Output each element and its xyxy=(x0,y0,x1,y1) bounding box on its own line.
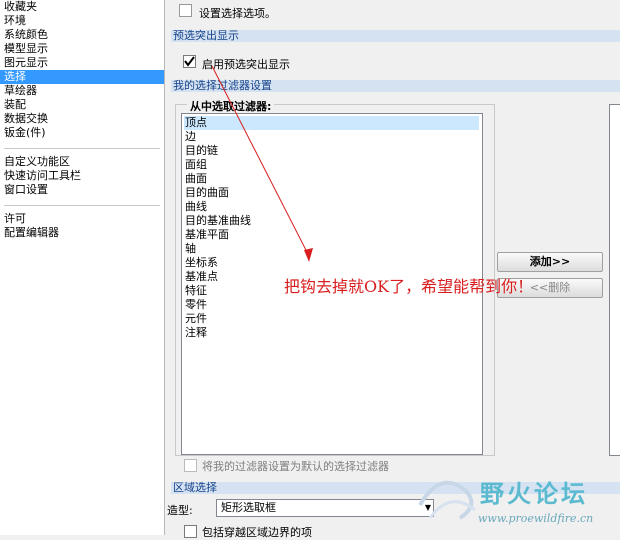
watermark-url: www.proewildfire.cn xyxy=(478,512,594,525)
annotation-arrow xyxy=(211,65,313,262)
annotation-text: 把钩去掉就OK了，希望能帮到你！ xyxy=(284,277,534,296)
watermark-text: 野火论坛 xyxy=(480,480,588,508)
